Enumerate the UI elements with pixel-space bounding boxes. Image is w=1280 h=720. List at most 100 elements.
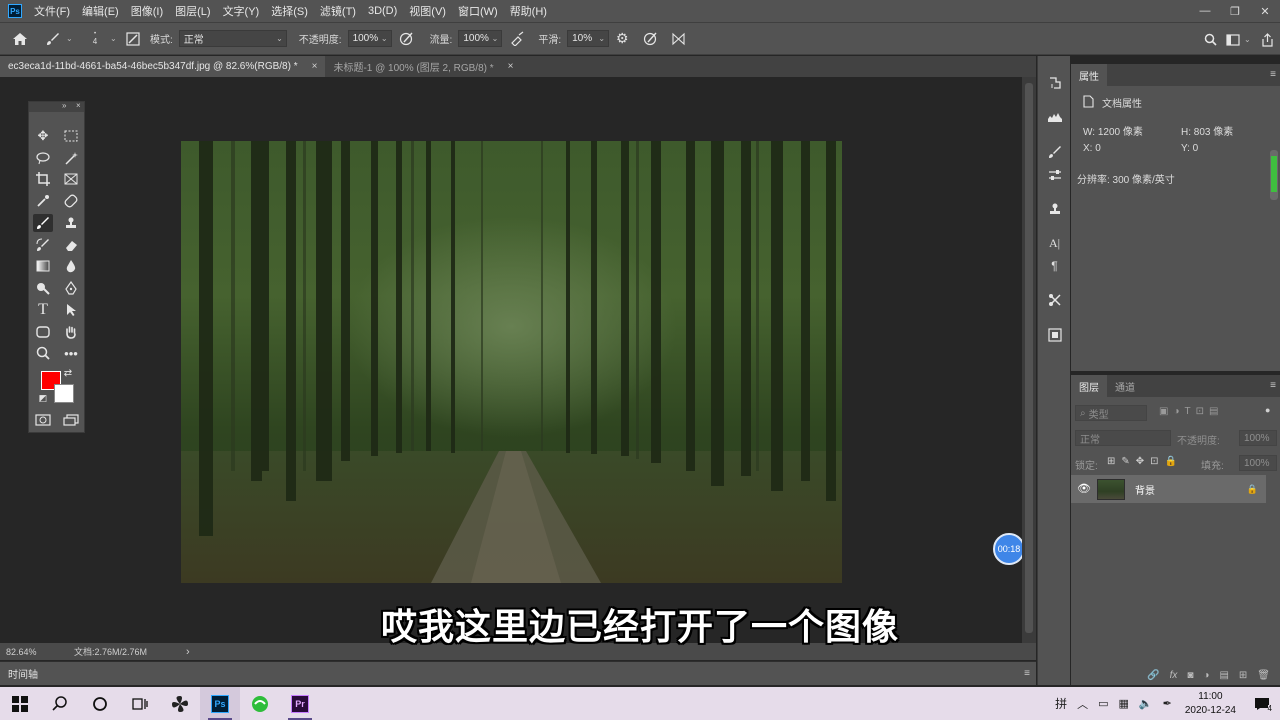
home-icon[interactable] (0, 32, 40, 46)
histogram-panel-icon[interactable] (1038, 106, 1071, 128)
smoothing-settings-gear-icon[interactable]: ⚙ (609, 30, 635, 47)
history-brush-icon[interactable] (33, 236, 53, 254)
magic-wand-icon[interactable] (61, 149, 81, 167)
close-icon[interactable]: ✕ (1250, 0, 1280, 22)
menu-file[interactable]: 文件(F) (34, 3, 70, 19)
tab-properties[interactable]: 属性 (1071, 64, 1107, 86)
background-color-swatch[interactable] (54, 384, 74, 403)
panel-menu-icon[interactable]: ≡ (1270, 380, 1276, 391)
height-value[interactable]: H: 803 像素 (1181, 123, 1233, 138)
zoom-tool-icon[interactable] (33, 344, 53, 362)
clone-stamp-icon[interactable] (61, 214, 81, 232)
swap-colors-icon[interactable]: ⇄ (62, 367, 74, 379)
symmetry-butterfly-icon[interactable] (665, 32, 691, 46)
brush-settings-panel-icon[interactable] (1038, 141, 1071, 163)
path-selection-icon[interactable] (61, 301, 81, 319)
task-view-icon[interactable] (120, 687, 160, 720)
scrollbar-thumb[interactable] (1025, 83, 1033, 633)
search-icon[interactable] (1198, 33, 1222, 46)
default-colors-icon[interactable]: ◩ (37, 392, 49, 404)
taskbar-app-photoshop[interactable]: Ps (200, 687, 240, 720)
tab-layers[interactable]: 图层 (1071, 375, 1107, 397)
history-panel-icon[interactable] (1038, 72, 1071, 94)
3d-panel-icon[interactable] (1038, 324, 1071, 346)
brush-tool-icon[interactable] (33, 214, 53, 232)
clone-source-panel-icon[interactable] (1038, 198, 1071, 220)
battery-icon[interactable]: ▭ (1098, 697, 1108, 710)
smoothing-field[interactable]: 10% ⌄ (567, 30, 610, 47)
tab-channels[interactable]: 通道 (1107, 375, 1143, 397)
taskbar-app-premiere[interactable]: Pr (280, 687, 320, 720)
brush-size-chevron-icon[interactable]: ⌄ (110, 34, 120, 43)
pen-workspace-icon[interactable]: ✒ (1163, 697, 1172, 710)
menu-view[interactable]: 视图(V) (409, 3, 446, 19)
close-panel-icon[interactable]: × (76, 101, 81, 110)
timeline-label[interactable]: 时间轴 (8, 666, 38, 681)
workspace-chevron-icon[interactable]: ⌄ (1244, 35, 1254, 44)
taskbar-app-pinwheel[interactable] (160, 687, 200, 720)
rectangle-tool-icon[interactable] (33, 323, 53, 341)
restore-icon[interactable]: ❐ (1220, 0, 1250, 22)
lock-options-icons[interactable]: ⊞✎✥⊡🔒 (1107, 456, 1183, 467)
collapse-icon[interactable]: » (62, 101, 66, 110)
more-tools-icon[interactable]: ••• (61, 344, 81, 362)
flow-field[interactable]: 100% ⌄ (458, 30, 503, 47)
brush-size-picker[interactable]: • 4 (80, 31, 110, 46)
link-layers-icon[interactable]: 🔗 (1147, 670, 1159, 681)
menu-layer[interactable]: 图层(L) (175, 3, 210, 19)
layer-lock-icon[interactable]: 🔒 (1247, 484, 1258, 495)
opacity-field[interactable]: 100% ⌄ (347, 30, 392, 47)
quick-mask-icon[interactable] (33, 411, 53, 429)
menu-edit[interactable]: 编辑(E) (82, 3, 119, 19)
tab-untitled-1[interactable]: 未标题-1 @ 100% (图层 2, RGB/8) * × (325, 56, 522, 77)
taskbar-app-browser[interactable] (240, 687, 280, 720)
layer-row-background[interactable]: 👁 背景 🔒 (1071, 475, 1266, 503)
healing-brush-icon[interactable] (61, 192, 81, 210)
properties-scrollbar[interactable] (1270, 150, 1278, 200)
delete-layer-icon[interactable]: 🗑 (1257, 670, 1270, 681)
notification-center-icon[interactable]: 4 (1244, 687, 1280, 720)
menu-help[interactable]: 帮助(H) (510, 3, 547, 19)
paragraph-panel-icon[interactable]: ¶ (1038, 255, 1071, 277)
menu-image[interactable]: 图像(I) (131, 3, 163, 19)
volume-icon[interactable]: 🔈 (1139, 697, 1153, 710)
tab-ec3eca1d-jpg[interactable]: ec3eca1d-11bd-4661-ba54-46bec5b347df.jpg… (0, 56, 326, 77)
screen-mode-icon[interactable] (61, 411, 81, 429)
new-layer-icon[interactable]: ⊞ (1239, 670, 1247, 681)
layer-filter-select[interactable]: ⌕ 类型 (1075, 405, 1147, 421)
add-mask-icon[interactable]: ◙ (1187, 670, 1193, 681)
new-group-icon[interactable]: ▤ (1219, 670, 1228, 681)
brush-preset-chevron-icon[interactable]: ⌄ (66, 34, 80, 43)
type-tool-icon[interactable]: T (33, 301, 53, 319)
layer-name[interactable]: 背景 (1135, 482, 1155, 497)
hand-tool-icon[interactable] (61, 323, 81, 341)
tab-close-icon[interactable]: × (508, 61, 514, 72)
canvas-area[interactable]: 00:18 (0, 77, 1025, 643)
fx-icon[interactable]: fx (1170, 670, 1178, 681)
network-icon[interactable]: ▦ (1119, 697, 1129, 710)
menu-type[interactable]: 文字(Y) (223, 3, 260, 19)
menu-filter[interactable]: 滤镜(T) (320, 3, 356, 19)
frame-tool-icon[interactable] (61, 170, 81, 188)
workspace-layout-icon[interactable] (1222, 33, 1244, 46)
input-method-indicator[interactable]: 拼 (1055, 695, 1067, 712)
menu-window[interactable]: 窗口(W) (458, 3, 498, 19)
brush-settings-panel-icon[interactable] (120, 31, 146, 46)
y-value[interactable]: Y: 0 (1181, 143, 1198, 154)
menu-3d[interactable]: 3D(D) (368, 5, 397, 17)
blur-tool-icon[interactable] (61, 257, 81, 275)
forest-path-image[interactable] (181, 141, 842, 583)
x-value[interactable]: X: 0 (1083, 143, 1101, 154)
rectangular-marquee-icon[interactable] (61, 127, 81, 145)
share-icon[interactable] (1254, 32, 1280, 47)
panel-menu-icon[interactable]: ≡ (1270, 69, 1276, 80)
show-hidden-icons-chevron-icon[interactable]: ︿ (1077, 696, 1088, 712)
tool-presets-panel-icon[interactable] (1038, 289, 1071, 311)
airbrush-icon[interactable] (502, 31, 532, 46)
eraser-icon[interactable] (61, 236, 81, 254)
pressure-size-icon[interactable] (635, 31, 665, 46)
pressure-opacity-icon[interactable] (392, 31, 422, 46)
search-icon[interactable] (40, 687, 80, 720)
width-value[interactable]: W: 1200 像素 (1083, 123, 1143, 138)
adjustment-layer-icon[interactable]: ◑ (1203, 670, 1209, 681)
